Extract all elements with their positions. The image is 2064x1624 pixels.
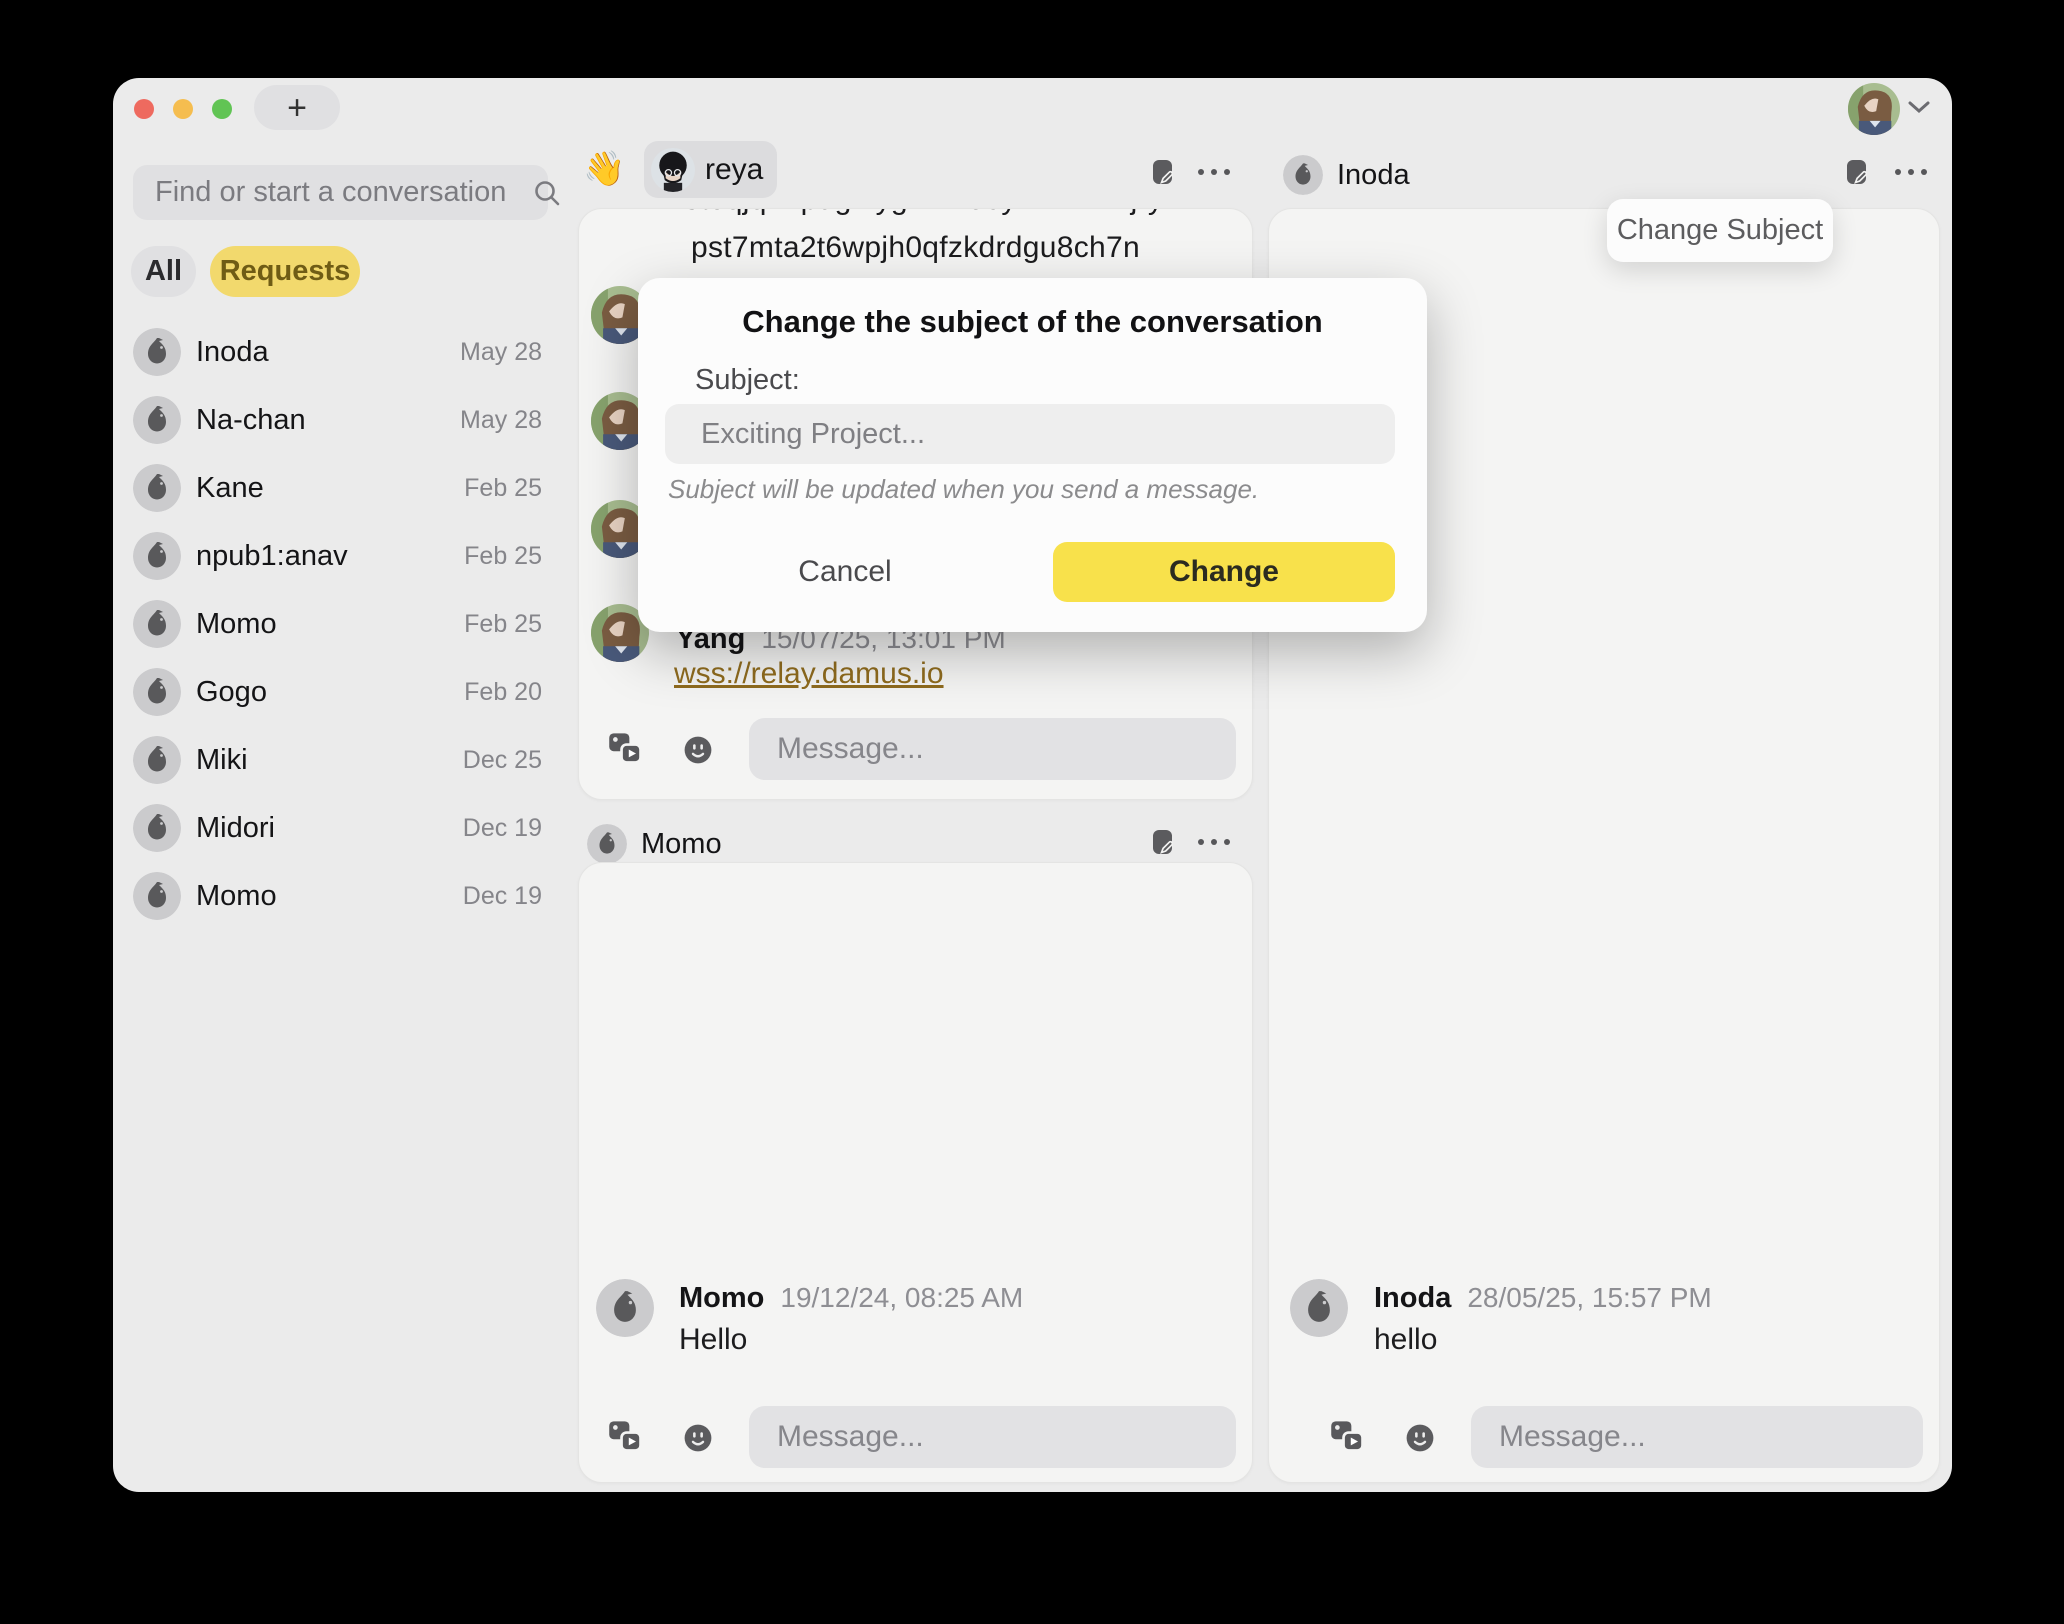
conversation-name: Inoda (196, 336, 269, 369)
sender-name: Momo (679, 1282, 764, 1315)
default-avatar-icon (133, 396, 181, 444)
more-options-icon[interactable] (1198, 828, 1230, 856)
change-subject-tooltip: Change Subject (1607, 199, 1833, 262)
change-subject-icon[interactable] (1844, 158, 1872, 186)
conversation-date: Feb 20 (464, 678, 542, 707)
subject-field-label: Subject: (695, 364, 800, 397)
default-avatar-icon (133, 600, 181, 648)
conversation-date: Feb 25 (464, 610, 542, 639)
minimize-window-button[interactable] (173, 99, 193, 119)
conversation-row[interactable]: Momo Dec 19 (133, 862, 548, 930)
conversation-name: Na-chan (196, 404, 306, 437)
reya-avatar (651, 148, 695, 192)
cancel-button[interactable]: Cancel (665, 542, 1025, 602)
emoji-icon[interactable] (683, 1423, 713, 1453)
more-options-icon[interactable] (1895, 158, 1927, 186)
message-meta: Inoda 28/05/25, 15:57 PM (1374, 1282, 1712, 1315)
message-input-reya[interactable] (749, 718, 1236, 780)
attach-media-icon[interactable] (1329, 1419, 1367, 1455)
message-text: Hello (679, 1323, 747, 1357)
attach-media-icon[interactable] (607, 731, 645, 767)
conversation-row[interactable]: Momo Feb 25 (133, 590, 548, 658)
conversation-date: May 28 (460, 338, 542, 367)
chat-panel-momo: Momo 19/12/24, 08:25 AM Hello (578, 862, 1253, 1483)
default-avatar-icon (133, 736, 181, 784)
change-subject-dialog: Change the subject of the conversation S… (638, 278, 1427, 632)
chat-title: reya (705, 153, 763, 187)
conversation-date: Feb 25 (464, 542, 542, 571)
conversation-date: May 28 (460, 406, 542, 435)
change-subject-icon[interactable] (1150, 828, 1178, 856)
message-input-momo[interactable] (749, 1406, 1236, 1468)
conversation-name: Midori (196, 812, 275, 845)
conversation-row[interactable]: Na-chan May 28 (133, 386, 548, 454)
message-input-inoda[interactable] (1471, 1406, 1923, 1468)
default-avatar-icon (1283, 155, 1323, 195)
default-avatar-icon (1290, 1279, 1348, 1337)
dialog-title: Change the subject of the conversation (638, 304, 1427, 340)
account-avatar[interactable] (1848, 83, 1900, 135)
conversation-row[interactable]: Inoda May 28 (133, 318, 548, 386)
conversation-date: Dec 25 (463, 746, 542, 775)
filter-all[interactable]: All (131, 246, 196, 297)
search-icon (532, 178, 562, 208)
emoji-icon[interactable] (683, 735, 713, 765)
chat-title-momo: Momo (641, 828, 722, 861)
conversation-name: Gogo (196, 676, 267, 709)
chat-header-reya[interactable]: reya (644, 141, 777, 198)
pubkey-line-clipped: k3t0qjq4npdg2lygh4hf06yh2xhvvhjry (579, 208, 1252, 217)
message-input[interactable] (1471, 1420, 1923, 1454)
message-input[interactable] (749, 1420, 1236, 1454)
conversation-date: Feb 25 (464, 474, 542, 503)
zoom-window-button[interactable] (212, 99, 232, 119)
change-button[interactable]: Change (1053, 542, 1395, 602)
sender-name: Inoda (1374, 1282, 1451, 1315)
default-avatar-icon (596, 1279, 654, 1337)
app-window: + All Requests Inoda May 28 Na-chan (113, 78, 1952, 1492)
search-input[interactable] (133, 176, 532, 209)
default-avatar-icon (133, 532, 181, 580)
message-timestamp: 19/12/24, 08:25 AM (780, 1282, 1023, 1314)
conversation-name: Miki (196, 744, 248, 777)
attach-media-icon[interactable] (607, 1419, 645, 1455)
message-text: hello (1374, 1323, 1437, 1357)
message-input[interactable] (749, 732, 1236, 766)
conversation-date: Dec 19 (463, 814, 542, 843)
more-options-icon[interactable] (1198, 158, 1230, 186)
change-subject-icon[interactable] (1150, 158, 1178, 186)
conversation-name: Momo (196, 608, 277, 641)
conversation-date: Dec 19 (463, 882, 542, 911)
plus-icon: + (287, 91, 307, 125)
default-avatar-icon (587, 824, 627, 864)
subject-hint: Subject will be updated when you send a … (668, 474, 1259, 505)
default-avatar-icon (133, 872, 181, 920)
conversation-name: npub1:anav (196, 540, 348, 573)
conversation-list: Inoda May 28 Na-chan May 28 Kane Feb 25 … (133, 318, 548, 930)
conversation-name: Kane (196, 472, 264, 505)
wave-emoji: 👋 (583, 149, 625, 189)
conversation-row[interactable]: Kane Feb 25 (133, 454, 548, 522)
conversation-name: Momo (196, 880, 277, 913)
conversation-row[interactable]: Miki Dec 25 (133, 726, 548, 794)
chat-title-inoda: Inoda (1337, 159, 1410, 192)
message-timestamp: 28/05/25, 15:57 PM (1467, 1282, 1711, 1314)
conversation-row[interactable]: npub1:anav Feb 25 (133, 522, 548, 590)
close-window-button[interactable] (134, 99, 154, 119)
relay-link[interactable]: wss://relay.damus.io (674, 657, 944, 691)
user-avatar-image (1848, 83, 1900, 135)
conversation-search[interactable] (133, 165, 548, 220)
filter-requests[interactable]: Requests (210, 246, 360, 297)
new-chat-button[interactable]: + (254, 85, 340, 130)
pubkey-line: pst7mta2t6wpjh0qfzkdrdgu8ch7n (579, 231, 1252, 265)
chevron-down-icon[interactable] (1908, 100, 1930, 114)
conversation-row[interactable]: Midori Dec 19 (133, 794, 548, 862)
default-avatar-icon (133, 464, 181, 512)
emoji-icon[interactable] (1405, 1423, 1435, 1453)
conversation-row[interactable]: Gogo Feb 20 (133, 658, 548, 726)
message-meta: Momo 19/12/24, 08:25 AM (679, 1282, 1023, 1315)
default-avatar-icon (133, 328, 181, 376)
subject-input[interactable] (665, 404, 1395, 464)
default-avatar-icon (133, 668, 181, 716)
default-avatar-icon (133, 804, 181, 852)
